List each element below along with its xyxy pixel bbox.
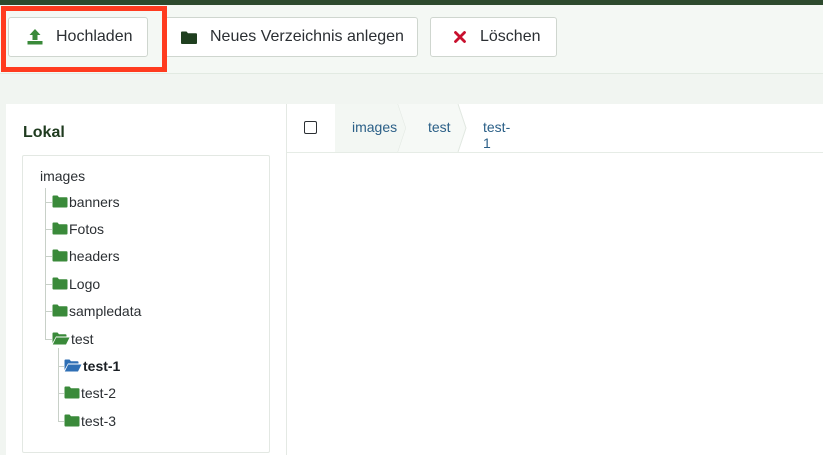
- breadcrumb-bar: images test test-1: [287, 104, 823, 153]
- folder-icon: [52, 277, 69, 291]
- breadcrumb-item-test-1[interactable]: test-1: [483, 119, 510, 151]
- delete-button-label: Löschen: [480, 28, 541, 45]
- tree-item-test[interactable]: test: [52, 331, 94, 347]
- upload-button[interactable]: Hochladen: [8, 17, 148, 57]
- tree-item-label: test-2: [81, 385, 117, 401]
- tree-connector: [58, 348, 59, 422]
- tree-item-headers[interactable]: headers: [52, 248, 120, 264]
- tree-item-sampledata[interactable]: sampledata: [52, 303, 141, 319]
- folder-tree: images banners Fotos headers Logo sample…: [22, 155, 270, 453]
- toolbar: Hochladen Neues Verzeichnis anlegen Lösc…: [0, 5, 823, 74]
- sidebar-title: Lokal: [23, 124, 65, 141]
- tree-connector: [45, 229, 52, 230]
- tree-item-label: headers: [69, 248, 120, 264]
- delete-button[interactable]: Löschen: [430, 17, 557, 57]
- tree-connector: [45, 202, 52, 203]
- tree-item-test-3[interactable]: test-3: [64, 413, 116, 429]
- folder-open-icon: [52, 332, 71, 346]
- tree-connector: [45, 339, 52, 340]
- sidebar: Lokal images banners Fotos headers Logo: [6, 104, 287, 455]
- close-icon: [450, 27, 470, 47]
- breadcrumb-item-test[interactable]: test: [428, 119, 451, 135]
- folder-open-icon: [64, 359, 83, 373]
- tree-item-label: test-1: [83, 358, 121, 374]
- new-folder-button-label: Neues Verzeichnis anlegen: [210, 28, 404, 45]
- main-panel: images test test-1: [287, 104, 823, 455]
- tree-item-banners[interactable]: banners: [52, 194, 120, 210]
- tree-connector: [45, 311, 52, 312]
- tree-item-logo[interactable]: Logo: [52, 276, 100, 292]
- tree-root-images[interactable]: images: [40, 168, 85, 184]
- tree-item-fotos[interactable]: Fotos: [52, 221, 104, 237]
- folder-icon: [179, 27, 199, 47]
- folder-icon: [52, 222, 69, 236]
- tree-item-label: test-3: [81, 413, 117, 429]
- tree-item-test-2[interactable]: test-2: [64, 385, 116, 401]
- tree-connector: [45, 256, 52, 257]
- folder-icon: [52, 195, 69, 209]
- upload-button-label: Hochladen: [56, 28, 133, 45]
- tree-item-label: Fotos: [69, 221, 105, 237]
- folder-icon: [52, 249, 69, 263]
- tree-connector: [45, 188, 46, 340]
- upload-icon: [25, 27, 45, 47]
- tree-item-label: sampledata: [69, 303, 142, 319]
- select-all-checkbox[interactable]: [304, 121, 317, 134]
- folder-icon: [52, 304, 69, 318]
- tree-item-label: Logo: [69, 276, 101, 292]
- folder-icon: [64, 414, 81, 428]
- folder-icon: [64, 386, 81, 400]
- tree-item-label: banners: [69, 194, 120, 210]
- tree-item-test-1[interactable]: test-1: [64, 358, 120, 374]
- breadcrumb-item-images[interactable]: images: [352, 119, 397, 135]
- new-folder-button[interactable]: Neues Verzeichnis anlegen: [162, 17, 418, 57]
- tree-item-label: test: [71, 331, 94, 347]
- tree-connector: [45, 284, 52, 285]
